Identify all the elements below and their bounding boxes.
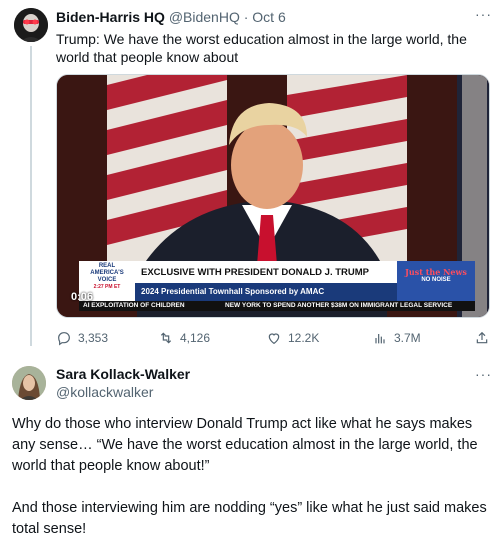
share-icon: [476, 331, 488, 344]
badge-line2: AMERICA'S: [90, 270, 124, 276]
chyron-main: EXCLUSIVE WITH PRESIDENT DONALD J. TRUMP: [141, 267, 370, 278]
ticker-left: AI EXPLOITATION OF CHILDREN: [83, 302, 185, 309]
tweet-header: Biden-Harris HQ @BidenHQ · Oct 6: [56, 9, 286, 25]
repost-icon: [160, 332, 172, 344]
tweet-biden-harris[interactable]: Biden-Harris HQ @BidenHQ · Oct 6 ··· Tru…: [0, 0, 504, 352]
chyron-sub: 2024 Presidential Townhall Sponsored by …: [141, 287, 325, 296]
share-button[interactable]: [474, 330, 490, 346]
heart-icon: [268, 333, 280, 345]
thread-line: [30, 46, 32, 346]
reply-author-handle[interactable]: @kollackwalker: [56, 384, 153, 400]
badge-line3: VOICE: [97, 277, 117, 283]
reply-count: 3,353: [78, 331, 109, 345]
logo-line2: NO NOISE: [421, 277, 451, 283]
like-count: 12.2K: [288, 331, 320, 345]
logo-line1: Just the News: [405, 267, 467, 277]
repost-button[interactable]: 4,126: [158, 330, 210, 346]
views-button[interactable]: 3.7M: [372, 330, 421, 346]
author-name[interactable]: Biden-Harris HQ: [56, 9, 165, 25]
view-count: 3.7M: [394, 331, 421, 345]
like-button[interactable]: 12.2K: [266, 330, 319, 346]
dot-separator: ·: [243, 9, 249, 25]
repost-count: 4,126: [180, 331, 211, 345]
reply-text: Why do those who interview Donald Trump …: [12, 416, 487, 537]
views-icon: [375, 334, 385, 344]
ticker-right: NEW YORK TO SPEND ANOTHER $38M ON IMMIGR…: [225, 302, 453, 309]
news-logo: Just the News NO NOISE: [397, 267, 475, 283]
reply-more-options-icon[interactable]: ···: [475, 366, 492, 382]
reply-button[interactable]: 3,353: [56, 330, 108, 346]
reply-icon: [58, 332, 70, 346]
reply-author-name[interactable]: Sara Kollack-Walker: [56, 366, 190, 382]
badge-time: 2:27 PM ET: [93, 284, 121, 290]
author-handle[interactable]: @BidenHQ: [169, 9, 240, 25]
author-avatar[interactable]: [14, 8, 48, 42]
reply-author-avatar[interactable]: [12, 366, 46, 400]
tweet-text: Trump: We have the worst education almos…: [56, 31, 467, 65]
more-options-icon[interactable]: ···: [475, 6, 492, 22]
tweet-actions: 3,353 4,126 12.2K 3.7M: [56, 330, 492, 348]
badge-real: REAL AMERICA'S VOICE 2:27 PM ET: [79, 261, 135, 291]
tweet-date[interactable]: Oct 6: [252, 9, 285, 25]
video-time: 0:06: [71, 291, 94, 303]
badge-line1: REAL: [98, 263, 116, 269]
video-player[interactable]: REAL AMERICA'S VOICE 2:27 PM ET EXCLUSIV…: [56, 74, 490, 318]
